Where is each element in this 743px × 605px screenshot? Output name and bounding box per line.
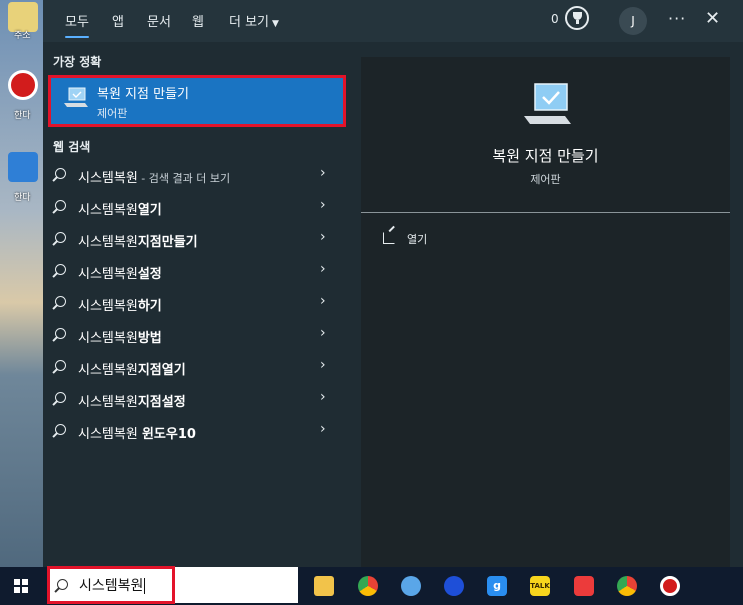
search-icon: [55, 232, 66, 243]
item-bold: 설정: [137, 267, 162, 282]
tab-all[interactable]: 모두: [65, 11, 89, 38]
best-match-result[interactable]: 복원 지점 만들기 제어판: [48, 75, 346, 127]
web-search-heading: 웹 검색: [53, 140, 91, 154]
item-bold: 열기: [137, 203, 162, 218]
chevron-right-icon: ›: [320, 325, 326, 341]
search-icon: [55, 264, 66, 275]
best-match-subtitle: 제어판: [97, 107, 128, 120]
item-text: 시스템복원: [78, 267, 138, 282]
detail-title: 복원 지점 만들기: [492, 147, 599, 165]
chevron-right-icon: ›: [320, 165, 326, 181]
best-match-title: 복원 지점 만들기: [97, 87, 189, 102]
tab-web[interactable]: 웹: [192, 11, 204, 30]
desktop-record-icon[interactable]: [8, 70, 38, 100]
divider: [361, 212, 730, 213]
web-search-item[interactable]: 시스템복원방법 ›: [43, 320, 343, 352]
search-tabs-bar: 모두 앱 문서 웹 더 보기 ▼ 0 J ··· ✕: [43, 0, 743, 42]
web-search-item[interactable]: 시스템복원지점열기 ›: [43, 352, 343, 384]
open-action[interactable]: 열기: [407, 231, 427, 247]
desktop-video-icon[interactable]: [8, 152, 38, 182]
tab-apps[interactable]: 앱: [112, 11, 124, 30]
best-match-heading: 가장 정확: [53, 55, 102, 69]
item-bold: 지점열기: [137, 363, 186, 378]
web-search-item[interactable]: 시스템복원설정 ›: [43, 256, 343, 288]
restore-point-icon: [524, 83, 571, 124]
item-bold: 방법: [137, 331, 162, 346]
windows-start-icon[interactable]: [14, 579, 28, 593]
paint-icon[interactable]: [401, 576, 421, 596]
file-explorer-icon[interactable]: [314, 576, 334, 596]
rewards-points: 0: [551, 12, 559, 26]
whale-browser-icon[interactable]: [444, 576, 464, 596]
chrome-profile-icon[interactable]: [617, 576, 637, 596]
item-text: 시스템복원: [78, 235, 138, 250]
close-icon[interactable]: ✕: [705, 8, 720, 29]
search-icon: [55, 296, 66, 307]
search-icon: [55, 168, 66, 179]
chevron-right-icon: ›: [320, 389, 326, 405]
trophy-icon[interactable]: [565, 6, 589, 30]
item-text: 시스템복원: [78, 171, 138, 186]
item-text: 시스템복원: [78, 427, 142, 442]
chevron-right-icon: ›: [320, 421, 326, 437]
chevron-right-icon: ›: [320, 357, 326, 373]
detail-pane: 복원 지점 만들기 제어판 열기: [361, 57, 730, 567]
item-text: 시스템복원: [78, 363, 138, 378]
kakaotalk-icon[interactable]: TALK: [530, 576, 550, 596]
search-icon: [55, 328, 66, 339]
search-icon: [55, 360, 66, 371]
search-icon: [55, 200, 66, 211]
item-text: 시스템복원: [78, 331, 138, 346]
web-search-item[interactable]: 시스템복원열기 ›: [43, 192, 343, 224]
search-highlight-box: [47, 566, 175, 604]
open-external-icon: [383, 232, 395, 244]
tab-more-label: 더 보기: [229, 15, 270, 30]
item-bold: 윈도우10: [141, 427, 196, 442]
chevron-right-icon: ›: [320, 293, 326, 309]
desktop-edge: 주소 한다 한다: [0, 0, 43, 567]
search-panel: 모두 앱 문서 웹 더 보기 ▼ 0 J ··· ✕ 가장 정확 복원 지점 만들…: [43, 0, 743, 567]
tab-documents[interactable]: 문서: [147, 11, 171, 30]
more-options-icon[interactable]: ···: [668, 9, 686, 28]
search-icon: [55, 424, 66, 435]
web-search-item[interactable]: 시스템복원 - 검색 결과 더 보기 ›: [43, 160, 343, 192]
item-text: 시스템복원: [78, 203, 138, 218]
detail-subtitle: 제어판: [530, 173, 561, 186]
item-bold: 하기: [137, 299, 162, 314]
avatar[interactable]: J: [619, 7, 647, 35]
item-bold: 지점설정: [137, 395, 186, 410]
web-search-item[interactable]: 시스템복원 윈도우10 ›: [43, 416, 343, 448]
chevron-right-icon: ›: [320, 229, 326, 245]
recording-app-icon[interactable]: [574, 576, 594, 596]
tab-more[interactable]: 더 보기 ▼: [229, 11, 279, 30]
item-text: 시스템복원: [78, 299, 138, 314]
chrome-icon[interactable]: [358, 576, 378, 596]
desktop-icon-label: 한다: [14, 111, 31, 121]
web-search-item[interactable]: 시스템복원지점설정 ›: [43, 384, 343, 416]
item-text: 시스템복원: [78, 395, 138, 410]
record-icon[interactable]: [660, 576, 680, 596]
item-suffix: - 검색 결과 더 보기: [137, 172, 231, 185]
web-search-item[interactable]: 시스템복원하기 ›: [43, 288, 343, 320]
chevron-right-icon: ›: [320, 261, 326, 277]
desktop-icon-label: 한다: [14, 193, 31, 203]
chevron-right-icon: ›: [320, 197, 326, 213]
restore-point-icon: [64, 87, 88, 107]
search-icon: [55, 392, 66, 403]
app-g-icon[interactable]: g: [487, 576, 507, 596]
chevron-down-icon: ▼: [272, 19, 279, 29]
item-bold: 지점만들기: [137, 235, 198, 250]
desktop-icon-label: 주소: [14, 31, 31, 41]
web-search-item[interactable]: 시스템복원지점만들기 ›: [43, 224, 343, 256]
